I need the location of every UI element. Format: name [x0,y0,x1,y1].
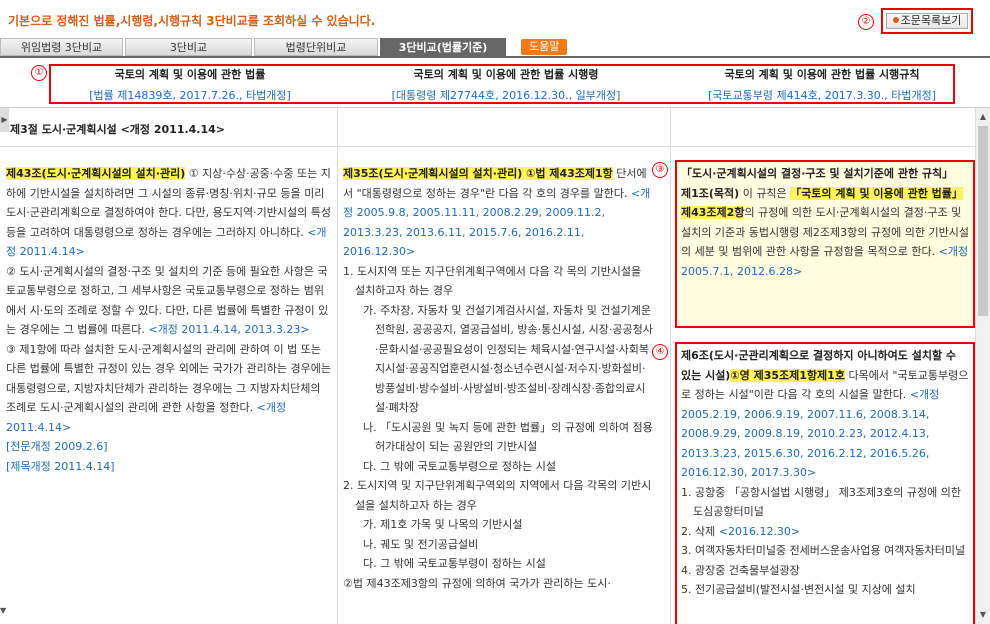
tab-delegated[interactable]: 위임법령 3단비교 [0,38,123,56]
help-button[interactable]: 도움말 [521,39,568,55]
article-list-button[interactable]: 조문목록보기 [886,13,968,29]
rule-item-5: 5. 전기공급설비(발전시설·변전시설 및 지상에 설치 [681,583,916,596]
marker-2: ② [858,14,874,30]
rule-article-1: 제1조(목적) 이 규칙은 「국토의 계획 및 이용에 관한 법률」 제43조제… [681,186,969,278]
decree-item-2c: 다. 그 밖에 국토교통부령이 정하는 시설 [363,557,546,570]
scroll-thumb[interactable] [978,126,988,316]
collapse-left-icon[interactable]: ▶ [0,108,9,132]
column-divider [670,108,671,624]
column-headers: ① 국토의 계획 및 이용에 관한 법률 [법률 제14839호, 2017.7… [0,60,990,108]
marker-3: ③ [652,162,668,178]
article-list-label: 조문목록보기 [900,14,962,27]
rule-item-2: 2. 삭제 <2016.12.30> [681,524,801,538]
header-rule: 국토의 계획 및 이용에 관한 법률 시행규칙 [국토교통부령 제414호, 2… [672,66,972,103]
header-law-title: 국토의 계획 및 이용에 관한 법률 [114,68,266,81]
tab-bar: 위임법령 3단비교 3단비교 법령단위비교 3단비교(법률기준) 도움말 [0,38,990,58]
decree-item-1c: 다. 그 밖에 국토교통부령으로 정하는 시설 [363,459,557,473]
revision-link[interactable]: <개정 2005.2.19, 2006.9.19, 2007.11.6, 200… [681,388,939,479]
decree-reference-link[interactable]: ①법 제43조제1항 [522,167,613,180]
decree-paragraph-2: ②법 제43조제3항의 규정에 의하여 국가가 관리하는 도시· [343,576,611,590]
rule-article-6: 제6조(도시·군관리계획으로 결정하지 아니하여도 설치할 수 있는 시설)①영… [681,349,969,479]
tab-law-basis[interactable]: 3단비교(법률기준) [380,38,506,56]
law-article-title[interactable]: 제43조(도시·군계획시설의 설치·관리) [6,167,186,180]
decree-item-2a: 가. 제1호 가목 및 나목의 기반시설 [363,518,523,531]
rule-article-6-box: 제6조(도시·군관리계획으로 결정하지 아니하여도 설치할 수 있는 시설)①영… [675,342,975,624]
list-button-highlight: 조문목록보기 [881,8,973,34]
rule-item-3: 3. 여객자동차터미널중 전세버스운송사업용 여객자동차터미널 [681,544,966,557]
rule-article-1-title[interactable]: 제1조(목적) [681,187,739,200]
header-law: 국토의 계획 및 이용에 관한 법률 [법률 제14839호, 2017.7.2… [40,66,340,103]
info-text: 기본으로 정해진 법률,시행령,시행규칙 3단비교를 조회하실 수 있습니다. [8,14,376,28]
section-title: 제3절 도시·군계획시설 <개정 2011.4.14> [10,123,226,136]
header-rule-sub[interactable]: [국토교통부령 제414호, 2017.3.30., 타법개정] [672,87,972,103]
bullet-icon [892,17,899,23]
law-note-1[interactable]: [전문개정 2009.2.6] [6,437,331,457]
collapse-down-icon[interactable]: ▼ [0,606,9,615]
scroll-down-icon[interactable]: ▼ [976,608,990,622]
header-decree-title: 국토의 계획 및 이용에 관한 법률 시행령 [413,68,599,81]
law-note-2[interactable]: [제목개정 2011.4.14] [6,457,331,477]
header-decree: 국토의 계획 및 이용에 관한 법률 시행령 [대통령령 제27744호, 20… [356,66,656,103]
decree-item-1a: 가. 주차장, 자동차 및 건설기계검사시설, 자동차 및 건설기계운전학원, … [363,303,653,415]
header-law-sub[interactable]: [법률 제14839호, 2017.7.26., 타법개정] [40,87,340,103]
header-decree-sub[interactable]: [대통령령 제27744호, 2016.12.30., 일부개정] [356,87,656,103]
rule-article-1-box: 「도시·군계획시설의 결정·구조 및 설치기준에 관한 규칙」 제1조(목적) … [675,160,975,328]
column-divider [337,108,338,624]
tab-three-way[interactable]: 3단비교 [125,38,252,56]
marker-4: ④ [652,344,668,360]
law-paragraph-2: ② 도시·군계획시설의 결정·구조 및 설치의 기준 등에 필요한 사항은 국토… [6,264,329,337]
law-paragraph-3: ③ 제1항에 따라 설치한 도시·군계획시설의 관리에 관하여 이 법 또는 다… [6,342,331,434]
decree-item-1: 1. 도시지역 또는 지구단위계획구역에서 다음 각 목의 기반시설을 설치하고… [343,264,642,298]
decree-item-2: 2. 도시지역 및 지구단위계획구역외의 지역에서 다음 각목의 기반시설을 설… [343,479,652,512]
decree-item-2b: 나. 궤도 및 전기공급설비 [363,537,479,551]
top-bar: 기본으로 정해진 법률,시행령,시행규칙 3단비교를 조회하실 수 있습니다. … [0,0,990,38]
revision-link[interactable]: <개정 2011.4.14, 2013.3.23> [148,323,309,336]
law-column: 제43조(도시·군계획시설의 설치·관리) ① 지상·수상·공중·수중 또는 지… [6,164,331,476]
tab-law-unit[interactable]: 법령단위비교 [254,38,378,56]
header-rule-title: 국토의 계획 및 이용에 관한 법률 시행규칙 [724,68,920,81]
vertical-scrollbar[interactable]: ▲ ▼ [975,108,990,624]
decree-article-title[interactable]: 제35조(도시·군계획시설의 설치·관리) [343,167,523,180]
decree-paragraph-1: 제35조(도시·군계획시설의 설치·관리) ①법 제43조제1항 단서에서 "대… [343,167,651,258]
rule-item-1: 1. 공항중 「공항시설법 시행령」 제3조제3호의 규정에 의한 도심공항터미… [681,485,961,519]
revision-link[interactable]: <2016.12.30> [719,525,800,538]
rule-reference-link[interactable]: ①영 제35조제1항제1호 [730,368,845,382]
divider [0,146,975,147]
scroll-up-icon[interactable]: ▲ [976,110,990,124]
law-paragraph-1: 제43조(도시·군계획시설의 설치·관리) ① 지상·수상·공중·수중 또는 지… [6,167,331,258]
rule-item-4: 4. 광장중 건축물부설광장 [681,563,800,577]
decree-column: 제35조(도시·군계획시설의 설치·관리) ①법 제43조제1항 단서에서 "대… [343,164,653,593]
decree-item-1b: 나. 「도시공원 및 녹지 등에 관한 법률」의 규정에 의하여 점용허가대상이… [363,420,653,454]
rule-title: 「도시·군계획시설의 결정·구조 및 설치기준에 관한 규칙」 [681,167,954,180]
